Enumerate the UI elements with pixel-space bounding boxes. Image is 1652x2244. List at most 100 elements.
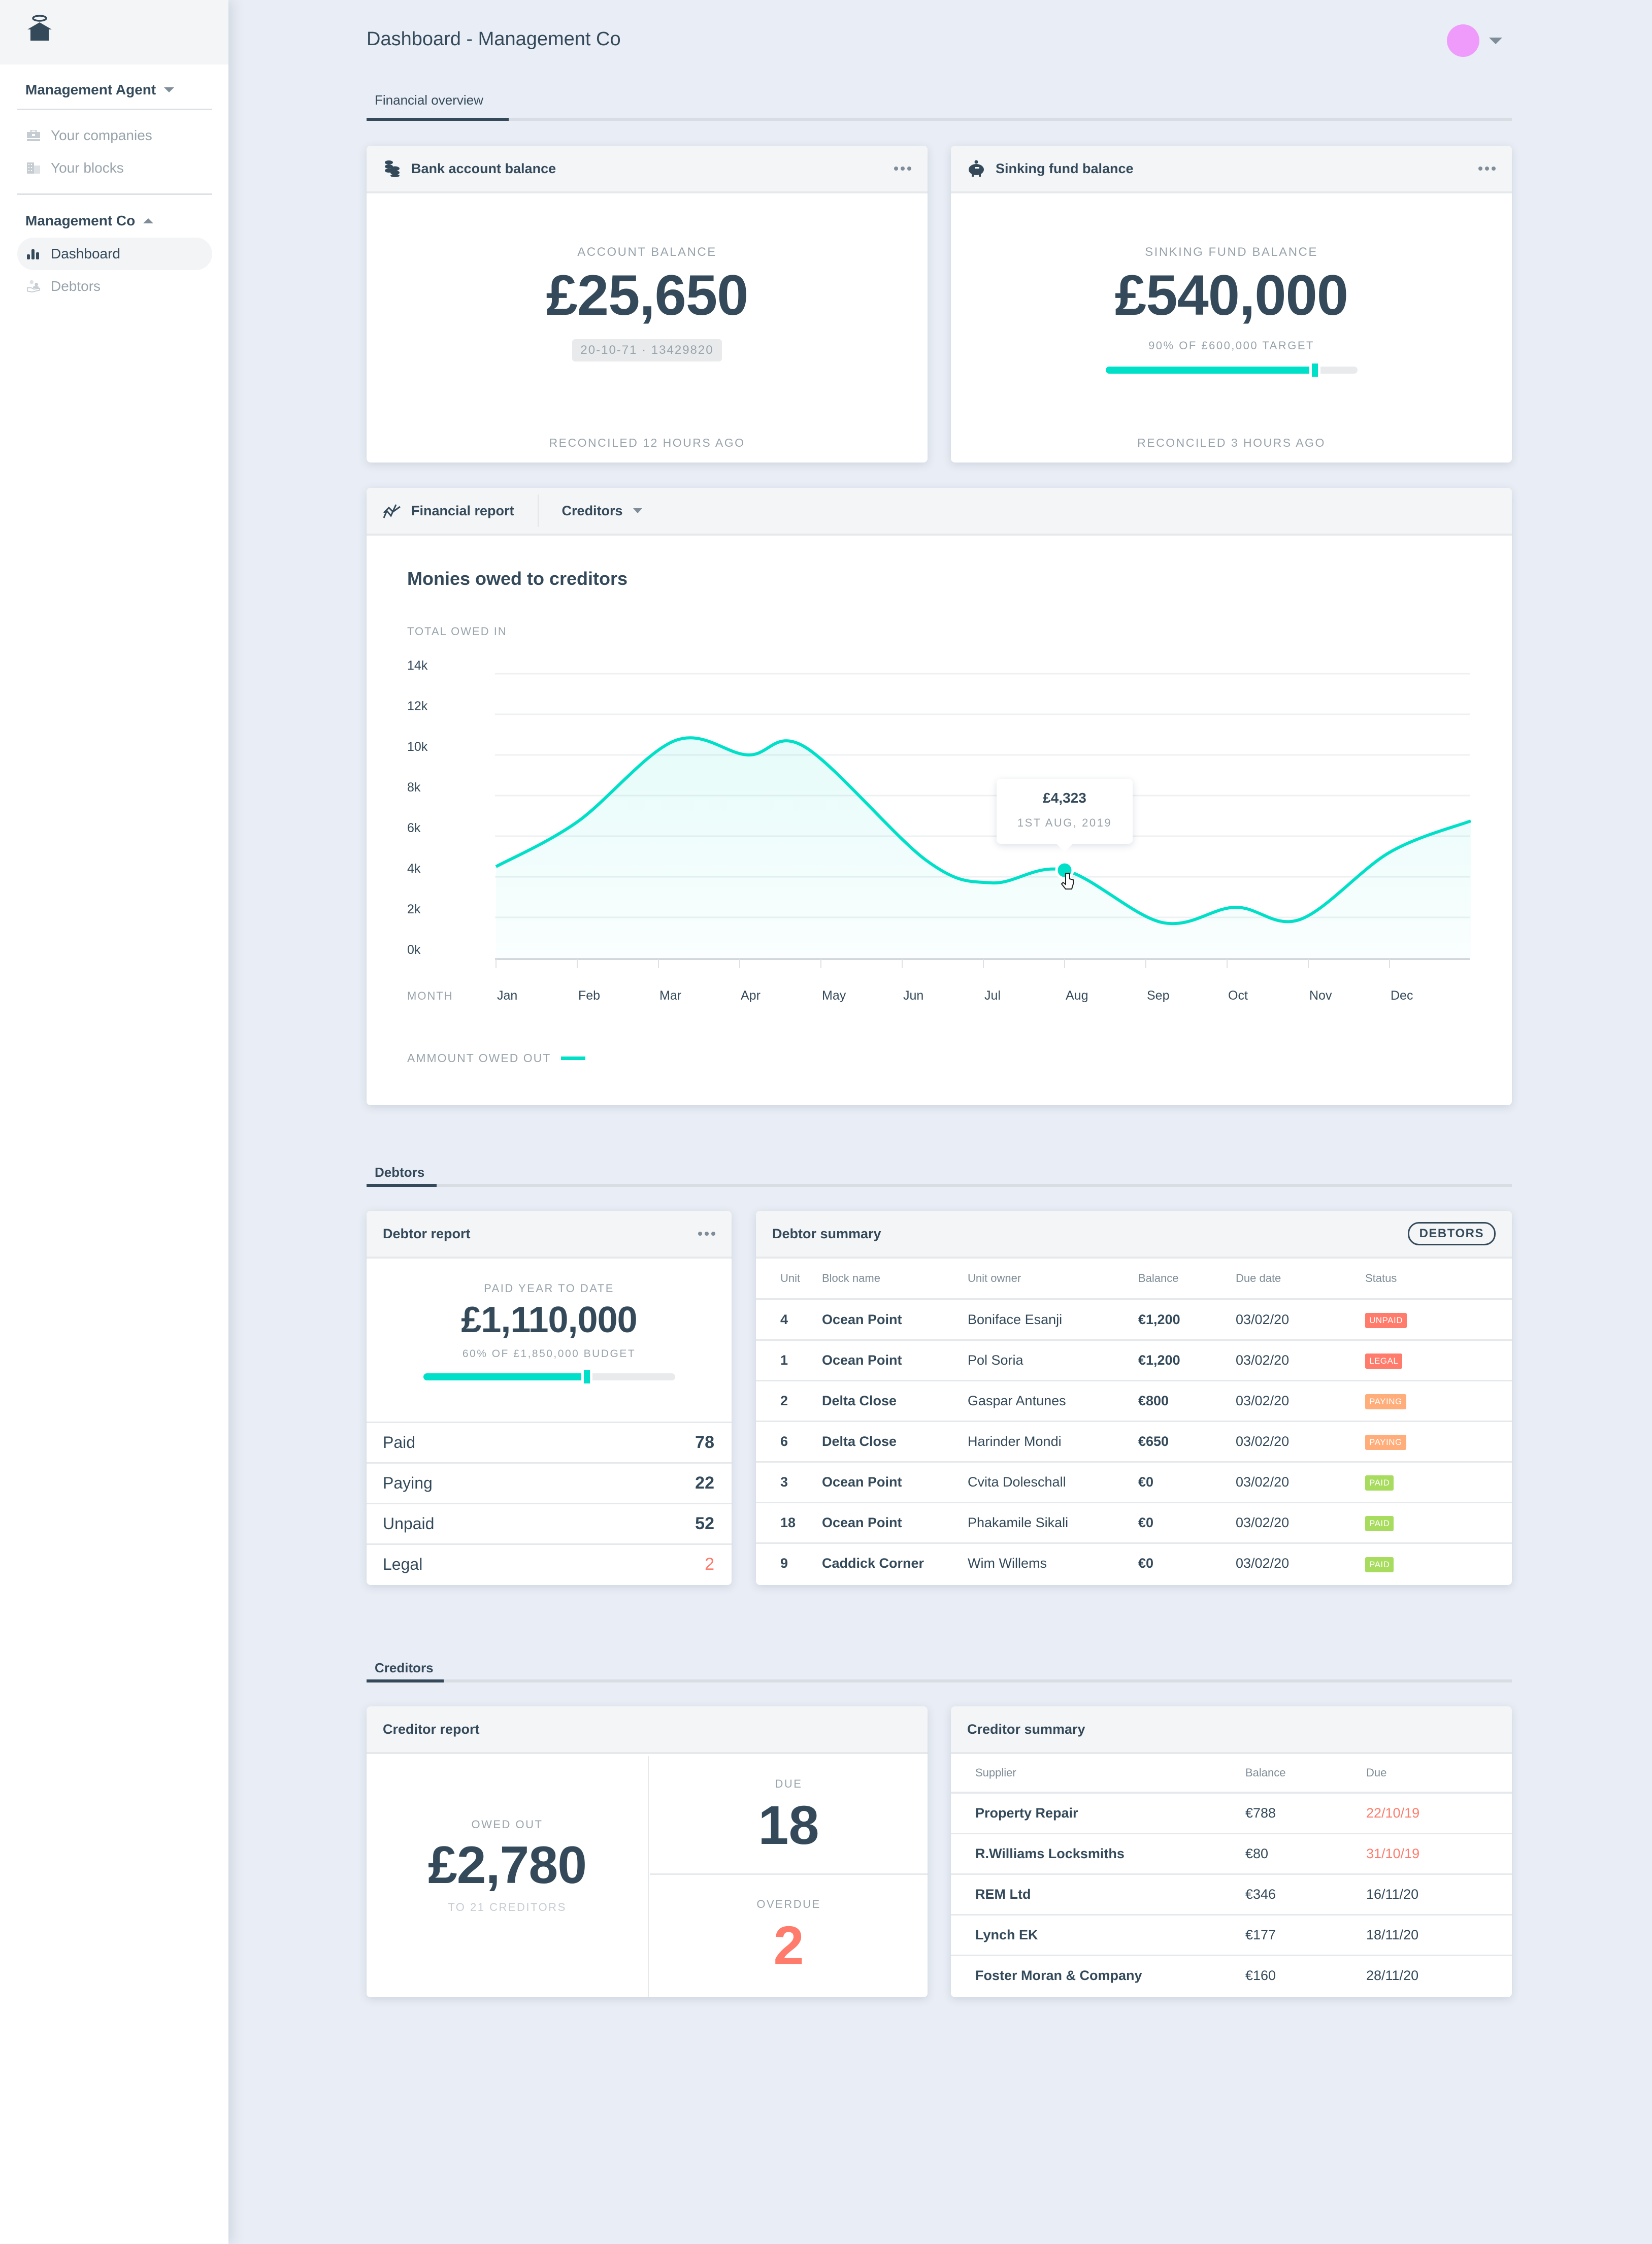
unit-cell: 3	[756, 1462, 822, 1503]
due-date-cell: 03/02/20	[1236, 1299, 1365, 1341]
card-header: Sinking fund balance	[951, 146, 1512, 193]
status-badge: PAID	[1365, 1516, 1394, 1531]
table-row[interactable]: 3 Ocean Point Cvita Doleschall €0 03/02/20 PA…	[756, 1462, 1512, 1503]
card-title: Creditor report	[383, 1721, 480, 1737]
sidebar-item-your-companies[interactable]: Your companies	[17, 119, 212, 152]
table-row[interactable]: 4 Ocean Point Boniface Esanji €1,200 03/02/2…	[756, 1299, 1512, 1341]
more-options-icon[interactable]	[894, 161, 911, 176]
due-cell: 16/11/20	[1366, 1874, 1512, 1916]
column-header: Due	[1366, 1754, 1512, 1794]
due-cell: 18/11/20	[1366, 1915, 1512, 1956]
column-header: Balance	[1138, 1259, 1236, 1300]
unit-owner-cell: Cvita Doleschall	[968, 1462, 1138, 1503]
account-number-pill: 20-10-71 · 13429820	[572, 339, 722, 361]
table-row[interactable]: 18 Ocean Point Phakamile Sikali €0 03/02/20 P…	[756, 1502, 1512, 1544]
status-badge: PAID	[1365, 1475, 1394, 1491]
column-header: Due date	[1236, 1259, 1365, 1300]
x-tick-label: Aug	[1066, 988, 1088, 1003]
chevron-down-icon[interactable]	[1489, 38, 1502, 44]
debtors-button[interactable]: DEBTORS	[1407, 1222, 1496, 1245]
avatar[interactable]	[1447, 24, 1479, 57]
highlight-point	[1055, 861, 1074, 880]
x-tick-label: Oct	[1228, 988, 1248, 1003]
block-name-cell: Ocean Point	[822, 1462, 968, 1503]
reconciled-status: RECONCILED 3 HOURS AGO	[1137, 436, 1326, 449]
table-row[interactable]: 1 Ocean Point Pol Soria €1,200 03/02/20 LEGAL	[756, 1340, 1512, 1381]
sidebar-item-debtors[interactable]: Debtors	[17, 270, 212, 303]
x-tick-label: Jan	[497, 988, 517, 1003]
overdue-value: 2	[773, 1915, 804, 1976]
table-row[interactable]: R.Williams Locksmiths €80 31/10/19	[951, 1833, 1512, 1875]
logo-area	[0, 0, 228, 64]
unit-cell: 2	[756, 1380, 822, 1422]
series-area	[496, 738, 1471, 958]
x-tick-label: Sep	[1147, 988, 1169, 1003]
unit-owner-cell: Phakamile Sikali	[968, 1502, 1138, 1544]
balance-cell: €1,200	[1138, 1340, 1236, 1381]
building-icon	[26, 161, 41, 175]
owed-out-subtext: TO 21 CREDITORS	[448, 1901, 567, 1913]
table-row[interactable]: Foster Moran & Company €160 28/11/20	[951, 1955, 1512, 1996]
block-name-cell: Delta Close	[822, 1421, 968, 1463]
table-row[interactable]: Lynch EK €177 18/11/20	[951, 1915, 1512, 1956]
sidebar-item-your-blocks[interactable]: Your blocks	[17, 152, 212, 184]
table-row[interactable]: Property Repair €788 22/10/19	[951, 1793, 1512, 1834]
x-tick-label: Mar	[659, 988, 681, 1003]
y-tick-label: 6k	[407, 821, 421, 835]
card-header: Creditor summary	[951, 1706, 1512, 1754]
area-chart[interactable]: 0k 2k 4k 6k 8k 10k 12k 14k Jan Feb Mar Apr May Jun Jul…	[367, 488, 1512, 1105]
chevron-down-icon	[164, 87, 175, 92]
column-header: Block name	[822, 1259, 968, 1300]
sinking-target-text: 90% OF £600,000 TARGET	[1148, 339, 1314, 352]
status-badge: PAID	[1365, 1557, 1394, 1572]
table-row[interactable]: 9 Caddick Corner Wim Willems €0 03/02/20 PAID	[756, 1543, 1512, 1583]
table-row[interactable]: 2 Delta Close Gaspar Antunes €800 03/02/20 PA…	[756, 1380, 1512, 1422]
account-balance-label: ACCOUNT BALANCE	[577, 245, 717, 259]
unit-owner-cell: Wim Willems	[968, 1556, 1047, 1571]
tab-active-indicator	[367, 118, 509, 121]
supplier-cell: Lynch EK	[951, 1915, 1245, 1956]
supplier-cell: REM Ltd	[951, 1874, 1245, 1916]
column-header: Balance	[1245, 1754, 1366, 1794]
debtor-report-card: Debtor report PAID YEAR TO DATE £1,110,0…	[367, 1211, 732, 1585]
sidebar: Management Agent Your companies Your blo…	[0, 0, 228, 2244]
chart-legend: AMMOUNT OWED OUT	[407, 1051, 586, 1065]
tooltip-date: 1ST AUG, 2019	[1017, 816, 1112, 830]
unit-owner-cell: Boniface Esanji	[968, 1299, 1138, 1341]
stat-row-paid: Paid 78	[367, 1422, 732, 1462]
stat-row-paying: Paying 22	[367, 1462, 732, 1503]
tab-debtors[interactable]: Debtors	[375, 1165, 424, 1180]
tooltip-value: £4,323	[1043, 790, 1086, 806]
more-options-icon[interactable]	[1478, 161, 1496, 176]
overdue-label: OVERDUE	[756, 1898, 821, 1910]
sinking-balance-value: £540,000	[1114, 263, 1348, 327]
card-header: Bank account balance	[367, 146, 928, 193]
x-tick-label: May	[822, 988, 846, 1003]
owed-out-value: £2,780	[427, 1836, 587, 1895]
halo-house-logo-icon[interactable]	[25, 14, 54, 46]
unit-owner-cell: Harinder Mondi	[968, 1421, 1138, 1463]
due-date-cell: 03/02/20	[1236, 1340, 1365, 1381]
paid-ytd-block: PAID YEAR TO DATE £1,110,000 60% OF £1,8…	[367, 1282, 732, 1383]
block-name-cell: Ocean Point	[822, 1299, 968, 1341]
table-row[interactable]: REM Ltd €346 16/11/20	[951, 1874, 1512, 1916]
unit-cell: 1	[756, 1340, 822, 1381]
supplier-cell: R.Williams Locksmiths	[951, 1833, 1245, 1875]
table-row[interactable]: 6 Delta Close Harinder Mondi €650 03/02/20 PA…	[756, 1421, 1512, 1463]
owed-out-panel: OWED OUT £2,780 TO 21 CREDITORS	[367, 1756, 649, 1997]
stat-row-unpaid: Unpaid 52	[367, 1503, 732, 1543]
more-options-icon[interactable]	[698, 1227, 715, 1241]
sidebar-item-dashboard[interactable]: Dashboard	[17, 238, 212, 270]
tab-financial-overview[interactable]: Financial overview	[375, 92, 483, 108]
agent-menu-toggle[interactable]: Management Agent	[17, 77, 212, 103]
x-tick-label: Jun	[903, 988, 923, 1003]
company-menu-toggle[interactable]: Management Co	[17, 208, 212, 234]
sidebar-item-label: Your companies	[51, 127, 152, 143]
due-date-cell: 03/02/20	[1236, 1462, 1365, 1503]
tab-creditors[interactable]: Creditors	[375, 1660, 434, 1676]
agent-menu: Management Agent Your companies Your blo…	[17, 77, 212, 195]
stat-label: Legal	[383, 1555, 423, 1573]
column-header: Status	[1365, 1259, 1512, 1300]
y-tick-label: 0k	[407, 943, 421, 957]
status-badge: PAYING	[1365, 1435, 1406, 1450]
